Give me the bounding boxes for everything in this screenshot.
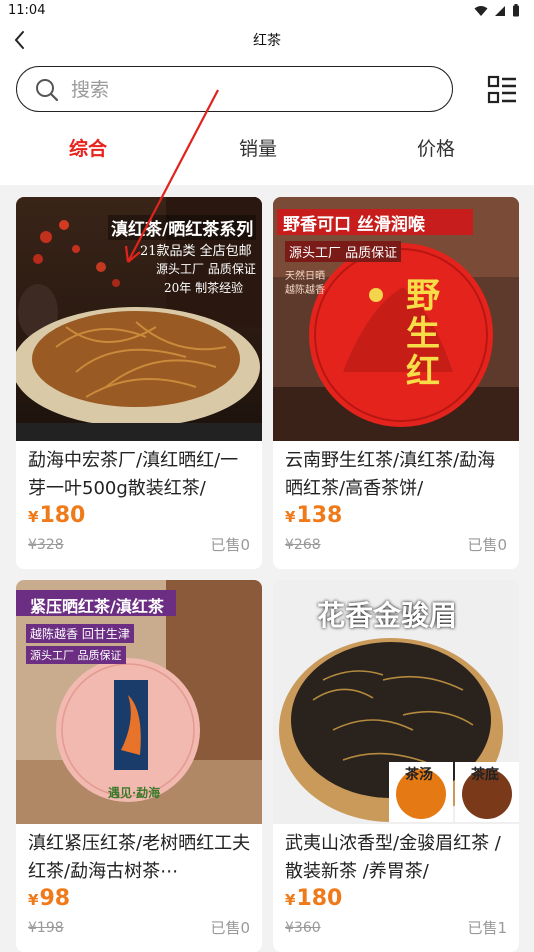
- product-card[interactable]: 紧压晒红茶/滇红茶 越陈越香 回甘生津 源头工厂 品质保证 遇见·勐海 滇红紧压…: [16, 580, 262, 952]
- banner-line: 源头工厂 品质保证: [156, 262, 256, 276]
- banner-headline: 滇红茶/晒红茶系列: [108, 215, 257, 240]
- product-card[interactable]: 花香金骏眉 茶汤 茶底 武夷山浓香型/金骏眉红茶 /散装新茶 /养胃茶/ ¥18…: [273, 580, 519, 952]
- banner-headline: 紧压晒红茶/滇红茶: [30, 597, 164, 616]
- product-name[interactable]: 滇红紧压红茶/老树晒红工夫红茶/勐海古树茶⋯: [28, 830, 252, 886]
- product-card[interactable]: 滇红茶/晒红茶系列 21款品类 全店包邮 源头工厂 品质保证 20年 制茶经验 …: [16, 197, 262, 569]
- sort-tabs: 综合 销量 价格: [0, 134, 534, 174]
- sold-count: 已售0: [210, 919, 250, 937]
- product-price: ¥180: [28, 503, 86, 528]
- product-image[interactable]: 野香可口 丝滑润喉 源头工厂 品质保证 天然日晒 越陈越香 野生红: [273, 197, 519, 441]
- sold-count: 已售1: [467, 919, 507, 937]
- product-price: ¥98: [28, 886, 71, 911]
- original-price: ¥268: [285, 537, 321, 553]
- product-price: ¥138: [285, 503, 343, 528]
- banner-line: 越陈越香 回甘生津: [26, 624, 134, 643]
- search-bar[interactable]: [16, 66, 453, 112]
- product-image[interactable]: 花香金骏眉 茶汤 茶底: [273, 580, 519, 824]
- banner-line: 21款品类 全店包邮: [140, 244, 252, 259]
- banner-line: 越陈越香: [285, 285, 325, 296]
- search-input[interactable]: [69, 75, 433, 105]
- banner-line: 遇见·勐海: [108, 786, 161, 800]
- banner-line: 茶汤: [405, 767, 433, 783]
- list-view-icon: [487, 75, 516, 104]
- wifi-icon: [474, 5, 488, 16]
- product-name[interactable]: 勐海中宏茶厂/滇红晒红/一芽一叶500g散装红茶/: [28, 447, 252, 503]
- banner-line: 天然日晒: [285, 271, 325, 282]
- tab-price[interactable]: 价格: [376, 134, 496, 161]
- product-image[interactable]: 紧压晒红茶/滇红茶 越陈越香 回甘生津 源头工厂 品质保证 遇见·勐海: [16, 580, 262, 824]
- banner-headline: 花香金骏眉: [317, 599, 458, 632]
- status-icons: [474, 4, 520, 17]
- status-time: 11:04: [8, 3, 46, 18]
- tab-sales[interactable]: 销量: [198, 134, 318, 161]
- tab-comprehensive[interactable]: 综合: [28, 134, 148, 161]
- page-title: 红茶: [253, 33, 281, 49]
- battery-icon: [513, 4, 519, 17]
- search-icon: [36, 79, 59, 102]
- sold-count: 已售0: [210, 536, 250, 554]
- sold-count: 已售0: [467, 536, 507, 554]
- banner-headline: 野香可口 丝滑润喉: [283, 215, 425, 235]
- nav-bar: 红茶: [0, 24, 534, 56]
- original-price: ¥198: [28, 920, 64, 936]
- status-bar: 11:04: [0, 0, 534, 24]
- banner-line: 源头工厂 品质保证: [26, 646, 126, 664]
- banner-line: 20年 制茶经验: [164, 281, 244, 295]
- banner-line: 源头工厂 品质保证: [285, 241, 402, 262]
- product-name[interactable]: 武夷山浓香型/金骏眉红茶 /散装新茶 /养胃茶/: [285, 830, 509, 886]
- product-image[interactable]: 滇红茶/晒红茶系列 21款品类 全店包邮 源头工厂 品质保证 20年 制茶经验: [16, 197, 262, 441]
- banner-line: 茶底: [471, 767, 499, 783]
- original-price: ¥360: [285, 920, 321, 936]
- view-toggle-button[interactable]: [486, 74, 518, 106]
- product-price: ¥180: [285, 886, 343, 911]
- product-card[interactable]: 野香可口 丝滑润喉 源头工厂 品质保证 天然日晒 越陈越香 野生红 云南野生红茶…: [273, 197, 519, 569]
- product-name[interactable]: 云南野生红茶/滇红茶/勐海晒红茶/高香茶饼/: [285, 447, 509, 503]
- original-price: ¥328: [28, 537, 64, 553]
- banner-brand: 野生红: [406, 276, 440, 392]
- signal-icon: [495, 5, 505, 16]
